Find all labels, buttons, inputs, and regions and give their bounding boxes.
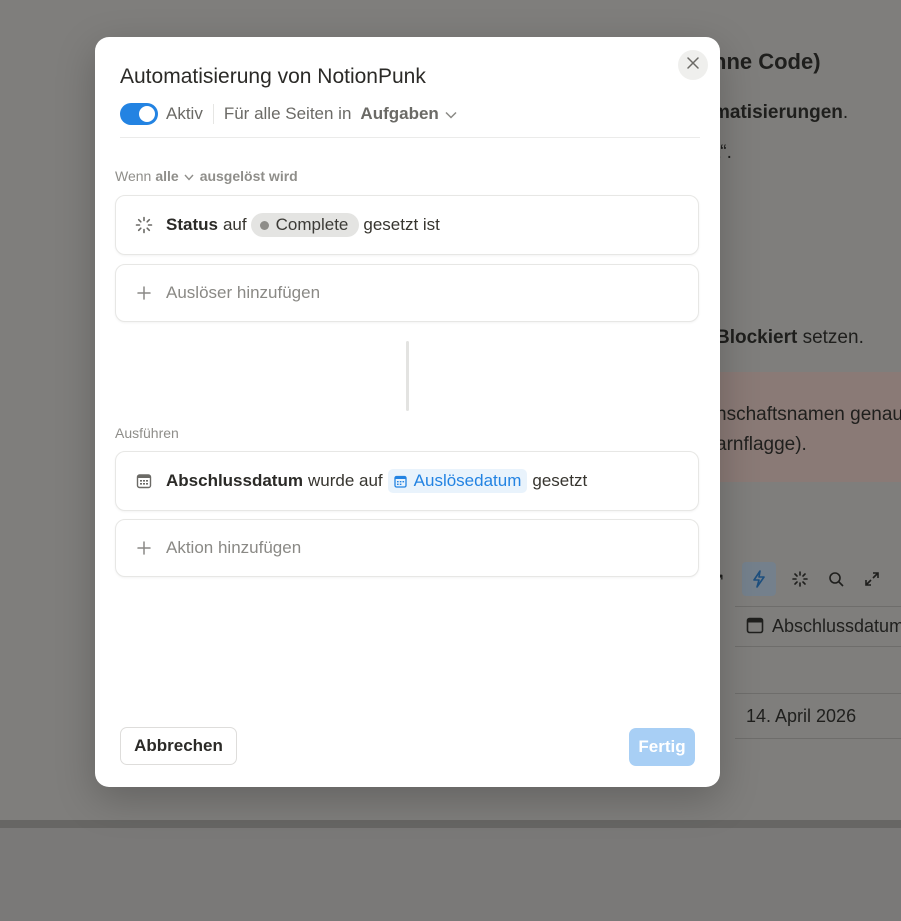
bg-bottom <box>0 828 901 921</box>
header-divider <box>120 137 700 138</box>
action-suffix-text: gesetzt <box>532 471 588 490</box>
database-name: Aufgaben <box>360 104 439 123</box>
database-selector[interactable]: Aufgaben <box>351 104 457 124</box>
bg-callout-line-1: nschaftsnamen genau <box>716 404 901 425</box>
calendar-icon <box>394 475 407 488</box>
action-card[interactable]: Abschlussdatum wurde auf Auslösedatum ge… <box>115 451 699 511</box>
loader-icon <box>788 567 812 591</box>
bg-callout <box>700 372 901 482</box>
scope-label: Für alle Seiten in <box>223 104 352 123</box>
lightning-icon <box>742 562 776 596</box>
status-value-pill: Complete <box>250 213 360 237</box>
action-value: Auslösedatum <box>413 471 522 490</box>
bg-divider <box>735 693 901 694</box>
bg-line-1-bold: matisierungen <box>713 102 843 123</box>
bg-toolbar: ↗ <box>706 562 901 596</box>
status-loader-icon <box>134 215 154 235</box>
add-trigger-label: Auslöser hinzufügen <box>166 283 321 302</box>
automation-dialog: Automatisierung von NotionPunk Aktiv Für… <box>95 37 720 787</box>
chevron-down-icon <box>445 104 457 124</box>
cancel-button[interactable]: Abbrechen <box>120 727 237 765</box>
bg-callout-line-2: arnflagge). <box>716 434 807 455</box>
trigger-mode: alle <box>155 168 179 184</box>
toggle-knob <box>139 106 155 122</box>
divider <box>212 104 214 124</box>
trigger-suffix: ausgelöst wird <box>199 168 298 184</box>
bg-divider <box>735 646 901 647</box>
active-label: Aktiv <box>166 104 203 123</box>
calendar-icon <box>746 616 764 639</box>
action-property: Abschlussdatum <box>166 471 303 490</box>
bg-line-1: matisierungen. <box>713 102 848 124</box>
actions-section-label: Ausführen <box>115 425 179 441</box>
trigger-mode-dropdown[interactable]: alle <box>155 168 194 184</box>
trigger-card[interactable]: Status auf Complete gesetzt ist <box>115 195 699 255</box>
trigger-property: Status <box>166 215 218 234</box>
bg-column-header-label: Abschlussdatum <box>772 616 901 636</box>
trigger-word-auf: auf <box>222 215 247 234</box>
filter-icon <box>896 567 901 591</box>
expand-icon <box>860 567 884 591</box>
close-button[interactable] <box>678 50 708 80</box>
bg-divider <box>735 606 901 607</box>
calendar-icon <box>134 471 154 491</box>
active-toggle[interactable] <box>120 103 158 125</box>
plus-icon <box>134 283 154 303</box>
status-row: Aktiv Für alle Seiten in Aufgaben <box>120 103 457 125</box>
add-action-button[interactable]: Aktion hinzufügen <box>115 519 699 577</box>
status-value: Complete <box>275 215 349 234</box>
plus-icon <box>134 538 154 558</box>
trigger-suffix-text: gesetzt ist <box>363 215 440 234</box>
bg-divider <box>735 738 901 739</box>
add-action-label: Aktion hinzufügen <box>166 538 302 557</box>
bg-date-value: 14. April 2026 <box>746 706 857 726</box>
bg-line-3: Blockiert setzen. <box>716 327 864 349</box>
trigger-prefix: Wenn <box>115 168 152 184</box>
action-middle-text: wurde auf <box>307 471 383 490</box>
search-icon <box>824 567 848 591</box>
trigger-section-label: Wenn alle ausgelöst wird <box>115 168 298 184</box>
flow-connector <box>406 341 409 411</box>
bg-heading-fragment: nne Code) <box>713 49 821 74</box>
status-dot <box>259 220 269 230</box>
bg-column-header: Abschlussdatum <box>746 616 901 639</box>
add-trigger-button[interactable]: Auslöser hinzufügen <box>115 264 699 322</box>
done-button[interactable]: Fertig <box>629 728 695 766</box>
chevron-down-icon <box>184 168 194 184</box>
dialog-title: Automatisierung von NotionPunk <box>120 65 426 88</box>
bg-line-3-bold: Blockiert <box>716 327 798 348</box>
bg-band <box>0 820 901 828</box>
close-icon <box>687 56 699 74</box>
bg-line-1-rest: . <box>842 102 849 123</box>
bg-line-3-rest: setzen. <box>797 327 864 348</box>
action-value-pill: Auslösedatum <box>387 469 528 493</box>
